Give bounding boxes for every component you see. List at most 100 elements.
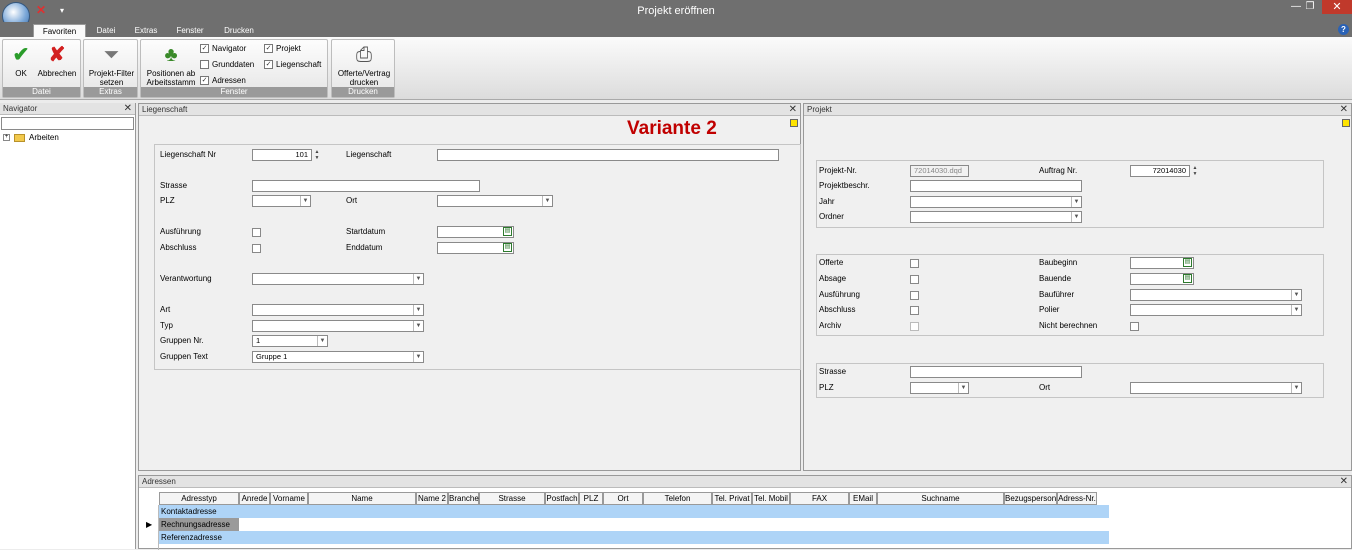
startdatum-input[interactable]: ▤: [437, 226, 514, 238]
checkbox-icon: ✓: [264, 60, 273, 70]
positionen-button[interactable]: ♣ Positionen ab Arbeitsstamm: [143, 43, 199, 87]
column-header[interactable]: FAX: [790, 492, 849, 505]
pin-icon[interactable]: [790, 119, 798, 127]
label-auftrag-nr: Auftrag Nr.: [1039, 166, 1078, 175]
tab-datei[interactable]: Datei: [88, 24, 124, 37]
gruppen-nr-select[interactable]: 1 ▼: [252, 335, 328, 347]
auftrag-nr-input[interactable]: 72014030: [1130, 165, 1190, 177]
liegenschaft-input[interactable]: [437, 149, 779, 161]
baubeginn-input[interactable]: ▤: [1130, 257, 1194, 269]
bauende-input[interactable]: ▤: [1130, 273, 1194, 285]
abschluss-checkbox[interactable]: [910, 306, 919, 315]
calendar-icon[interactable]: ▤: [503, 243, 512, 252]
polier-select[interactable]: ▼: [1130, 304, 1302, 316]
liegenschaft-nr-input[interactable]: 101: [252, 149, 312, 161]
pin-icon[interactable]: [1342, 119, 1350, 127]
filter-label-2: setzen: [99, 78, 124, 87]
ordner-select[interactable]: ▼: [910, 211, 1082, 223]
column-header[interactable]: Tel. Privat: [712, 492, 752, 505]
verantwortung-select[interactable]: ▼: [252, 273, 424, 285]
enddatum-input[interactable]: ▤: [437, 242, 514, 254]
column-header[interactable]: Strasse: [479, 492, 545, 505]
ort-select[interactable]: ▼: [1130, 382, 1302, 394]
column-header[interactable]: Vorname: [270, 492, 308, 505]
column-header[interactable]: Name: [308, 492, 416, 505]
tree-item-label: Arbeiten: [29, 133, 59, 142]
spinner-icon[interactable]: ▲ ▼: [1191, 165, 1199, 177]
plz-select[interactable]: ▼: [910, 382, 969, 394]
column-header[interactable]: Branche: [448, 492, 479, 505]
projektbeschr-input[interactable]: [910, 180, 1082, 192]
row-adresstyp: Referenzadresse: [161, 533, 222, 542]
restore-icon[interactable]: ❐: [1298, 0, 1322, 14]
tab-fenster[interactable]: Fenster: [170, 24, 210, 37]
absage-checkbox[interactable]: [910, 275, 919, 284]
column-header[interactable]: Adress-Nr.: [1057, 492, 1097, 505]
tab-extras[interactable]: Extras: [128, 24, 164, 37]
table-row[interactable]: Referenzadresse: [159, 531, 1109, 544]
ausfuehrung-checkbox[interactable]: [910, 291, 919, 300]
strasse-input[interactable]: [252, 180, 480, 192]
column-header[interactable]: Adresstyp: [159, 492, 239, 505]
check-liegenschaft[interactable]: ✓ Liegenschaft: [264, 60, 321, 70]
column-header[interactable]: Tel. Mobil: [752, 492, 790, 505]
check-liegenschaft-label: Liegenschaft: [276, 60, 322, 69]
close-icon[interactable]: ✕: [1322, 0, 1352, 14]
spinner-icon[interactable]: ▲ ▼: [313, 149, 321, 161]
check-navigator[interactable]: ✓ Navigator: [200, 44, 246, 54]
typ-select[interactable]: ▼: [252, 320, 424, 332]
plz-select[interactable]: ▼: [252, 195, 311, 207]
abschluss-checkbox[interactable]: [252, 244, 261, 253]
nicht-berechnen-checkbox[interactable]: [1130, 322, 1139, 331]
baufuehrer-select[interactable]: ▼: [1130, 289, 1302, 301]
column-header[interactable]: PLZ: [579, 492, 603, 505]
navigator-header: Navigator ✕: [0, 103, 135, 115]
calendar-icon[interactable]: ▤: [1183, 258, 1192, 267]
projekt-filter-button[interactable]: ⏷ Projekt-Filter setzen: [85, 43, 138, 87]
ort-select[interactable]: ▼: [437, 195, 553, 207]
filter-label-1: Projekt-Filter: [88, 69, 135, 78]
archiv-checkbox[interactable]: [910, 322, 919, 331]
column-header[interactable]: Bezugsperson: [1004, 492, 1057, 505]
check-grunddaten[interactable]: Grunddaten: [200, 60, 254, 70]
column-header[interactable]: EMail: [849, 492, 877, 505]
column-header[interactable]: Telefon: [643, 492, 712, 505]
column-header[interactable]: Suchname: [877, 492, 1004, 505]
navigator-search-input[interactable]: [1, 117, 134, 130]
close-icon[interactable]: ✕: [1340, 476, 1348, 488]
quick-cancel-icon[interactable]: ✕: [36, 3, 46, 17]
abbrechen-button[interactable]: ✘ Abbrechen: [35, 43, 79, 78]
check-adressen-label: Adressen: [212, 76, 246, 85]
expand-icon[interactable]: +: [3, 134, 10, 142]
check-adressen[interactable]: ✓ Adressen: [200, 76, 246, 86]
ausfuehrung-checkbox[interactable]: [252, 228, 261, 237]
art-select[interactable]: ▼: [252, 304, 424, 316]
chevron-down-icon: ▼: [413, 321, 423, 331]
column-header[interactable]: Postfach: [545, 492, 579, 505]
gruppen-text-select[interactable]: Gruppe 1 ▼: [252, 351, 424, 363]
table-row[interactable]: Rechnungsadresse: [159, 518, 1109, 531]
strasse-input[interactable]: [910, 366, 1082, 378]
column-header[interactable]: Ort: [603, 492, 643, 505]
table-row[interactable]: Kontaktadresse: [159, 505, 1109, 518]
quick-access-dropdown-icon[interactable]: ▾: [60, 6, 64, 15]
close-icon[interactable]: ✕: [1340, 104, 1348, 116]
tree-item-arbeiten[interactable]: + Arbeiten: [3, 133, 59, 143]
label-gruppen-nr: Gruppen Nr.: [160, 336, 204, 345]
column-header[interactable]: Name 2: [416, 492, 448, 505]
projekt-nr-input[interactable]: 72014030.dqd: [910, 165, 969, 177]
close-icon[interactable]: ✕: [124, 103, 132, 115]
tab-drucken[interactable]: Drucken: [218, 24, 260, 37]
offerte-drucken-button[interactable]: ⎙ Offerte/Vertrag drucken: [333, 43, 395, 87]
tab-favoriten[interactable]: Favoriten: [33, 24, 86, 37]
chevron-down-icon: ▼: [1291, 305, 1301, 315]
check-projekt[interactable]: ✓ Projekt: [264, 44, 301, 54]
offerte-checkbox[interactable]: [910, 259, 919, 268]
calendar-icon[interactable]: ▤: [503, 227, 512, 236]
help-icon[interactable]: ?: [1338, 24, 1349, 35]
column-header[interactable]: Anrede: [239, 492, 270, 505]
calendar-icon[interactable]: ▤: [1183, 274, 1192, 283]
jahr-select[interactable]: ▼: [910, 196, 1082, 208]
close-icon[interactable]: ✕: [789, 104, 797, 116]
ok-button[interactable]: ✔ OK: [5, 43, 37, 78]
